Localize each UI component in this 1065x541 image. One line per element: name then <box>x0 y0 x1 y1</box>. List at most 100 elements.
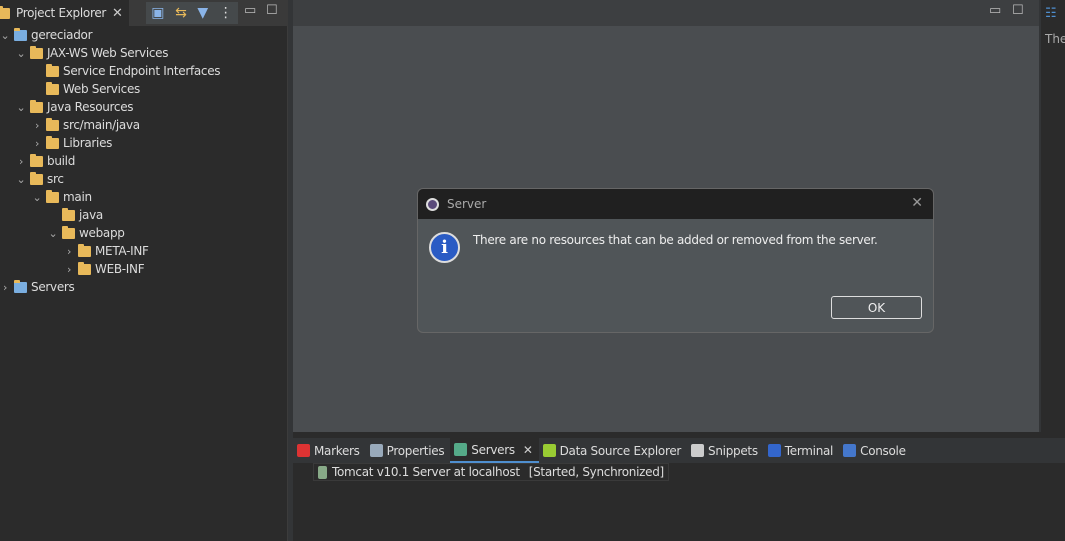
outline-icon[interactable]: ☷ <box>1045 6 1057 21</box>
properties-icon <box>369 444 383 457</box>
dialog-title: Server <box>447 197 487 211</box>
tab-markers[interactable]: Markers <box>293 438 366 463</box>
tree-item-label: Java Resources <box>47 100 134 114</box>
tab-label: Servers <box>471 442 515 457</box>
terminal-icon <box>767 444 781 457</box>
minimize-icon[interactable]: ▭ <box>244 3 256 18</box>
folder-icon <box>30 171 43 185</box>
minimize-icon[interactable]: ▭ <box>989 3 1001 18</box>
server-entry[interactable]: Tomcat v10.1 Server at localhost [Starte… <box>313 463 669 481</box>
tab-label: Data Source Explorer <box>559 443 682 458</box>
tab-snippets[interactable]: Snippets <box>687 438 764 463</box>
chevron-down-icon[interactable]: ⌄ <box>16 101 26 114</box>
dialog-title-bar: Server ✕ <box>418 189 933 219</box>
view-toolbar: ▣ ⇆ ▼ ⋮ <box>146 2 238 24</box>
markers-icon <box>297 444 310 457</box>
chevron-right-icon[interactable]: › <box>64 245 74 258</box>
tab-project-explorer[interactable]: Project Explorer ✕ <box>0 0 129 26</box>
tree-item[interactable]: › src/main/java <box>32 116 140 134</box>
chevron-right-icon[interactable]: › <box>32 137 42 150</box>
tree-item-label: src <box>47 172 64 186</box>
tab-terminal[interactable]: Terminal <box>764 438 839 463</box>
webservice-folder-icon <box>46 81 59 95</box>
chevron-down-icon[interactable]: ⌄ <box>16 173 26 186</box>
tree-item[interactable]: Service Endpoint Interfaces <box>32 62 221 80</box>
maximize-icon[interactable]: ☐ <box>266 3 278 18</box>
chevron-right-icon[interactable]: › <box>16 155 26 168</box>
link-with-editor-icon[interactable]: ⇆ <box>175 5 187 21</box>
tab-console[interactable]: Console <box>839 438 912 463</box>
tree-item-label: webapp <box>79 226 125 240</box>
tab-properties[interactable]: Properties <box>366 438 451 463</box>
outline-panel: ☷ The <box>1041 0 1065 432</box>
tree-item[interactable]: Web Services <box>32 80 140 98</box>
server-gear-icon <box>426 197 439 211</box>
chevron-down-icon[interactable]: ⌄ <box>32 191 42 204</box>
web-project-icon <box>14 27 27 41</box>
console-icon <box>843 444 857 457</box>
chevron-down-icon[interactable]: ⌄ <box>16 47 26 60</box>
chevron-right-icon[interactable]: › <box>32 119 42 132</box>
java-resources-icon <box>30 99 43 113</box>
maximize-icon[interactable]: ☐ <box>1012 3 1024 18</box>
server-name: Tomcat v10.1 Server at localhost <box>332 465 520 479</box>
tab-label: Terminal <box>784 443 834 458</box>
tree-item[interactable]: java <box>48 206 103 224</box>
folder-icon <box>14 279 27 293</box>
tree-item-label: Servers <box>31 280 75 294</box>
package-folder-icon <box>46 117 59 131</box>
tree-item[interactable]: › Libraries <box>32 134 112 152</box>
close-icon[interactable]: ✕ <box>911 195 923 211</box>
filter-icon[interactable]: ▼ <box>197 5 208 21</box>
server-dialog: Server ✕ i There are no resources that c… <box>417 188 934 333</box>
tab-label: Snippets <box>708 443 758 458</box>
view-menu-icon[interactable]: ⋮ <box>219 5 233 21</box>
tree-item[interactable]: ⌄ src <box>16 170 64 188</box>
servers-icon <box>454 443 468 456</box>
tab-servers[interactable]: Servers ✕ <box>450 438 539 463</box>
tree-item[interactable]: › WEB-INF <box>64 260 145 278</box>
jaxws-icon <box>30 45 43 59</box>
tree-item[interactable]: › META-INF <box>64 242 149 260</box>
info-icon: i <box>429 232 460 263</box>
close-icon[interactable]: ✕ <box>523 443 533 457</box>
tree-item-label: build <box>47 154 76 168</box>
chevron-right-icon[interactable]: › <box>64 263 74 276</box>
tree-item-label: java <box>79 208 103 222</box>
tree-item[interactable]: ⌄ webapp <box>48 224 125 242</box>
editor-header: ▭ ☐ <box>293 0 1039 26</box>
folder-icon <box>78 243 91 257</box>
tree-item[interactable]: ⌄ Java Resources <box>16 98 134 116</box>
tree-item[interactable]: ⌄ gereciador <box>0 26 93 44</box>
chevron-right-icon[interactable]: › <box>0 281 10 294</box>
tree-item-label: src/main/java <box>63 118 140 132</box>
tree-item[interactable]: ⌄ JAX-WS Web Services <box>16 44 168 62</box>
chevron-down-icon[interactable]: ⌄ <box>0 29 10 42</box>
folder-icon <box>62 207 75 221</box>
folder-icon <box>30 153 43 167</box>
tree-item-label: Service Endpoint Interfaces <box>63 64 221 78</box>
bottom-tabs: Markers Properties Servers ✕ Data Source Exp… <box>293 438 1065 463</box>
tree-item[interactable]: ⌄ main <box>32 188 92 206</box>
snippets-icon <box>691 444 705 457</box>
datasource-icon <box>542 444 556 457</box>
project-explorer-icon <box>0 5 10 19</box>
server-status: [Started, Synchronized] <box>528 465 664 479</box>
tab-data-source-explorer[interactable]: Data Source Explorer <box>539 438 687 463</box>
collapse-all-icon[interactable]: ▣ <box>151 5 164 21</box>
tab-label: Console <box>860 443 906 458</box>
libraries-icon <box>46 135 59 149</box>
tree-item-label: Libraries <box>63 136 113 150</box>
tree-item[interactable]: › Servers <box>0 278 75 296</box>
chevron-down-icon[interactable]: ⌄ <box>48 227 58 240</box>
ok-button[interactable]: OK <box>831 296 922 319</box>
tree-item-label: main <box>63 190 92 204</box>
close-icon[interactable]: ✕ <box>112 6 123 21</box>
tab-label: Properties <box>386 443 445 458</box>
project-explorer-header: Project Explorer ✕ ▣ ⇆ ▼ ⋮ ▭ ☐ <box>0 0 288 26</box>
tree-item[interactable]: › build <box>16 152 75 170</box>
outline-text: The <box>1045 32 1065 46</box>
interface-folder-icon <box>46 63 59 77</box>
tree-item-label: Web Services <box>63 82 140 96</box>
tab-label: Project Explorer <box>16 6 107 20</box>
